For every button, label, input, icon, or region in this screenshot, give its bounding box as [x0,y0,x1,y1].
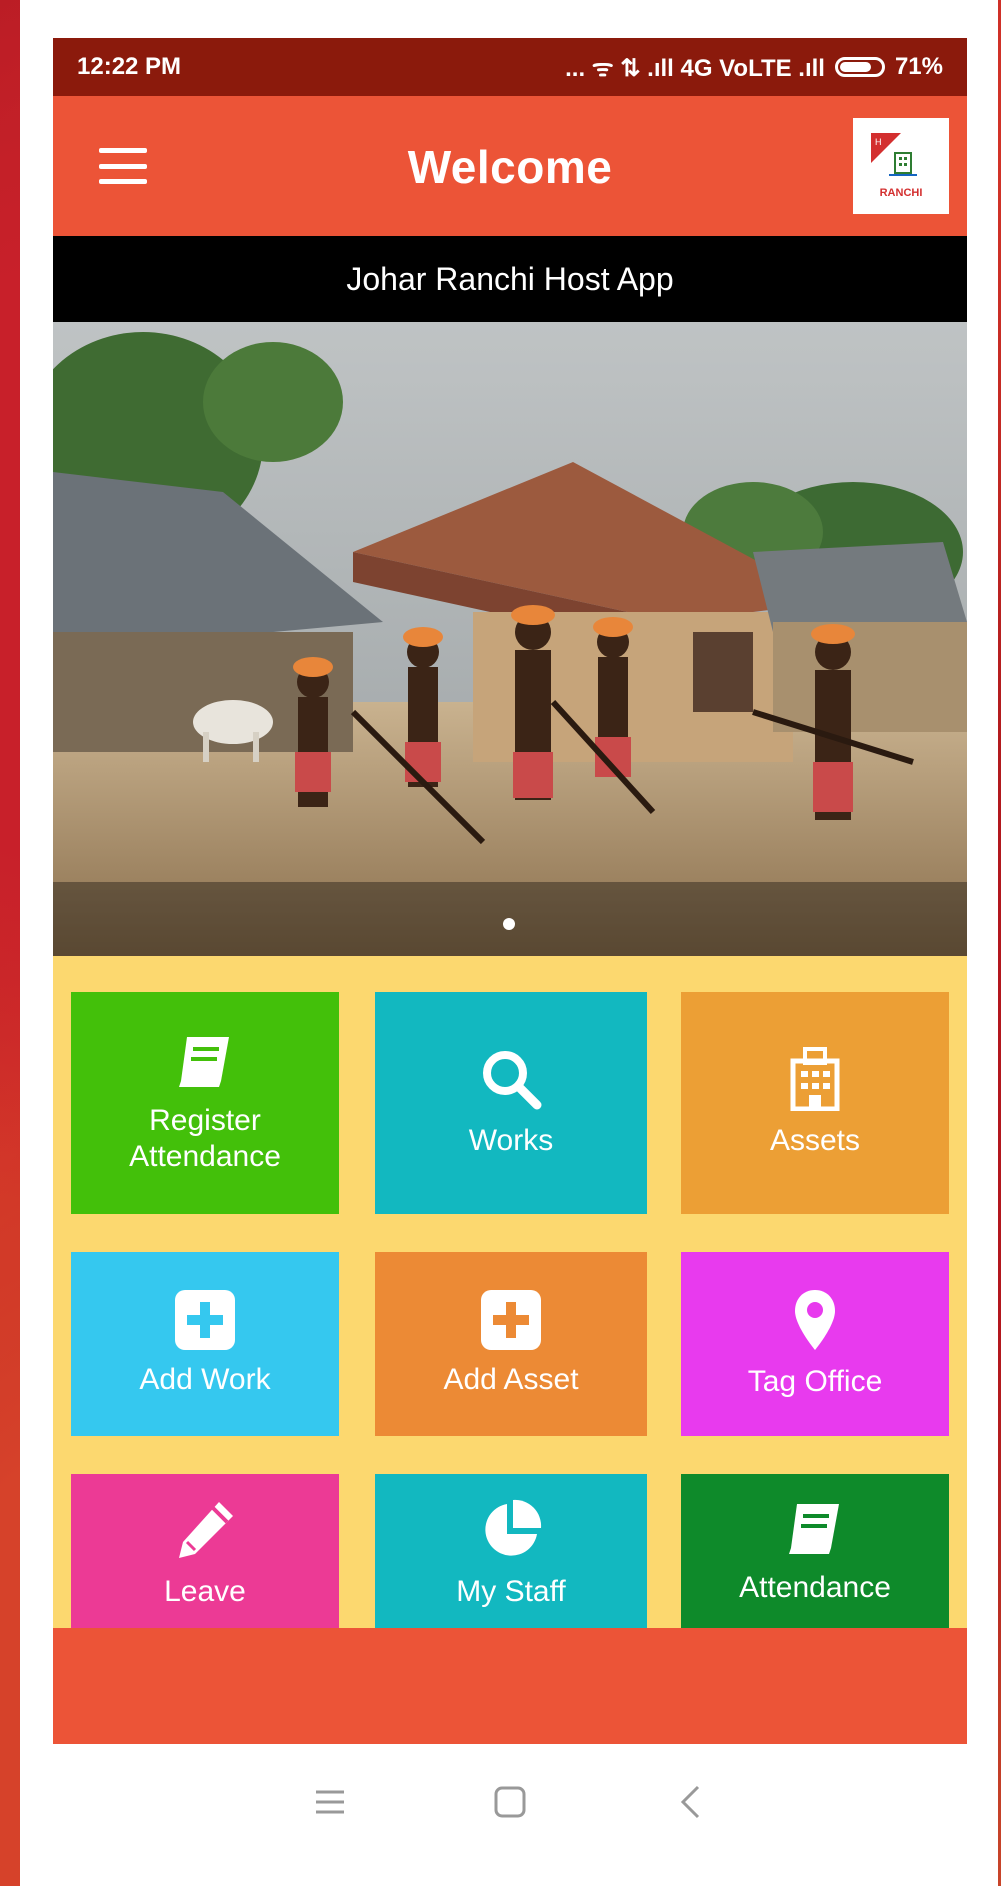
book-icon [783,1498,847,1558]
tile-label: Leave [164,1575,246,1608]
pie-chart-icon [479,1498,543,1562]
recent-apps-icon[interactable] [310,1782,350,1822]
battery-icon [834,57,885,77]
back-icon[interactable] [670,1782,710,1822]
tile-label: Assets [769,1124,861,1157]
page-title: Welcome [407,141,613,193]
search-icon [479,1047,543,1111]
tile-assets[interactable]: Assets [681,992,949,1214]
network-indicators: ... ᯤ ⇅ .ıll 4G VoLTE .ıll [565,54,825,82]
map-pin-icon [793,1288,837,1352]
plus-square-icon [175,1290,235,1350]
tile-tag-office[interactable]: Tag Office [681,1252,949,1436]
logo-text: RANCHI [879,187,923,199]
tile-label: Register Attendance [129,1104,281,1173]
home-icon[interactable] [490,1782,530,1822]
building-icon [789,1047,841,1111]
carousel-indicator-dot[interactable] [503,918,515,930]
app-bar: Welcome H RANCHI [53,96,967,236]
plus-square-icon [481,1290,541,1350]
status-time: 12:22 PM [77,53,182,80]
tile-leave[interactable]: Leave [71,1474,339,1628]
pencil-icon [173,1498,237,1562]
tile-label: Tag Office [747,1365,883,1398]
status-indicators: ... ᯤ ⇅ .ıll 4G VoLTE .ıll 71% [565,51,943,84]
tile-label: My Staff [456,1575,566,1608]
tile-label: Add Work [139,1363,271,1396]
banner-title: Johar Ranchi Host App [53,236,967,322]
tile-add-asset[interactable]: Add Asset [375,1252,647,1436]
status-bar: 12:22 PM ... ᯤ ⇅ .ıll 4G VoLTE .ıll 71% [53,38,967,96]
tile-add-work[interactable]: Add Work [71,1252,339,1436]
app-logo: H RANCHI [853,118,949,214]
book-icon [173,1031,237,1091]
tile-attendance[interactable]: Attendance [681,1474,949,1628]
svg-text:H: H [875,137,882,147]
phone-frame: 12:22 PM ... ᯤ ⇅ .ıll 4G VoLTE .ıll 71% … [20,0,998,1886]
footer-bar [53,1628,967,1744]
tile-label: Works [468,1124,554,1157]
menu-tiles-grid: Register Attendance Works Assets Add Wor… [53,956,967,1628]
hero-carousel-image[interactable] [53,322,967,956]
system-nav-bar [53,1744,967,1860]
tile-label: Add Asset [443,1363,579,1396]
tile-label: Attendance [739,1571,891,1604]
tile-works[interactable]: Works [375,992,647,1214]
app-screen: 12:22 PM ... ᯤ ⇅ .ıll 4G VoLTE .ıll 71% … [53,38,967,1860]
battery-percent: 71% [894,53,943,80]
ranchi-logo-icon: H [871,133,917,176]
tile-my-staff[interactable]: My Staff [375,1474,647,1628]
tile-register-attendance[interactable]: Register Attendance [71,992,339,1214]
village-dance-scene [53,322,967,956]
